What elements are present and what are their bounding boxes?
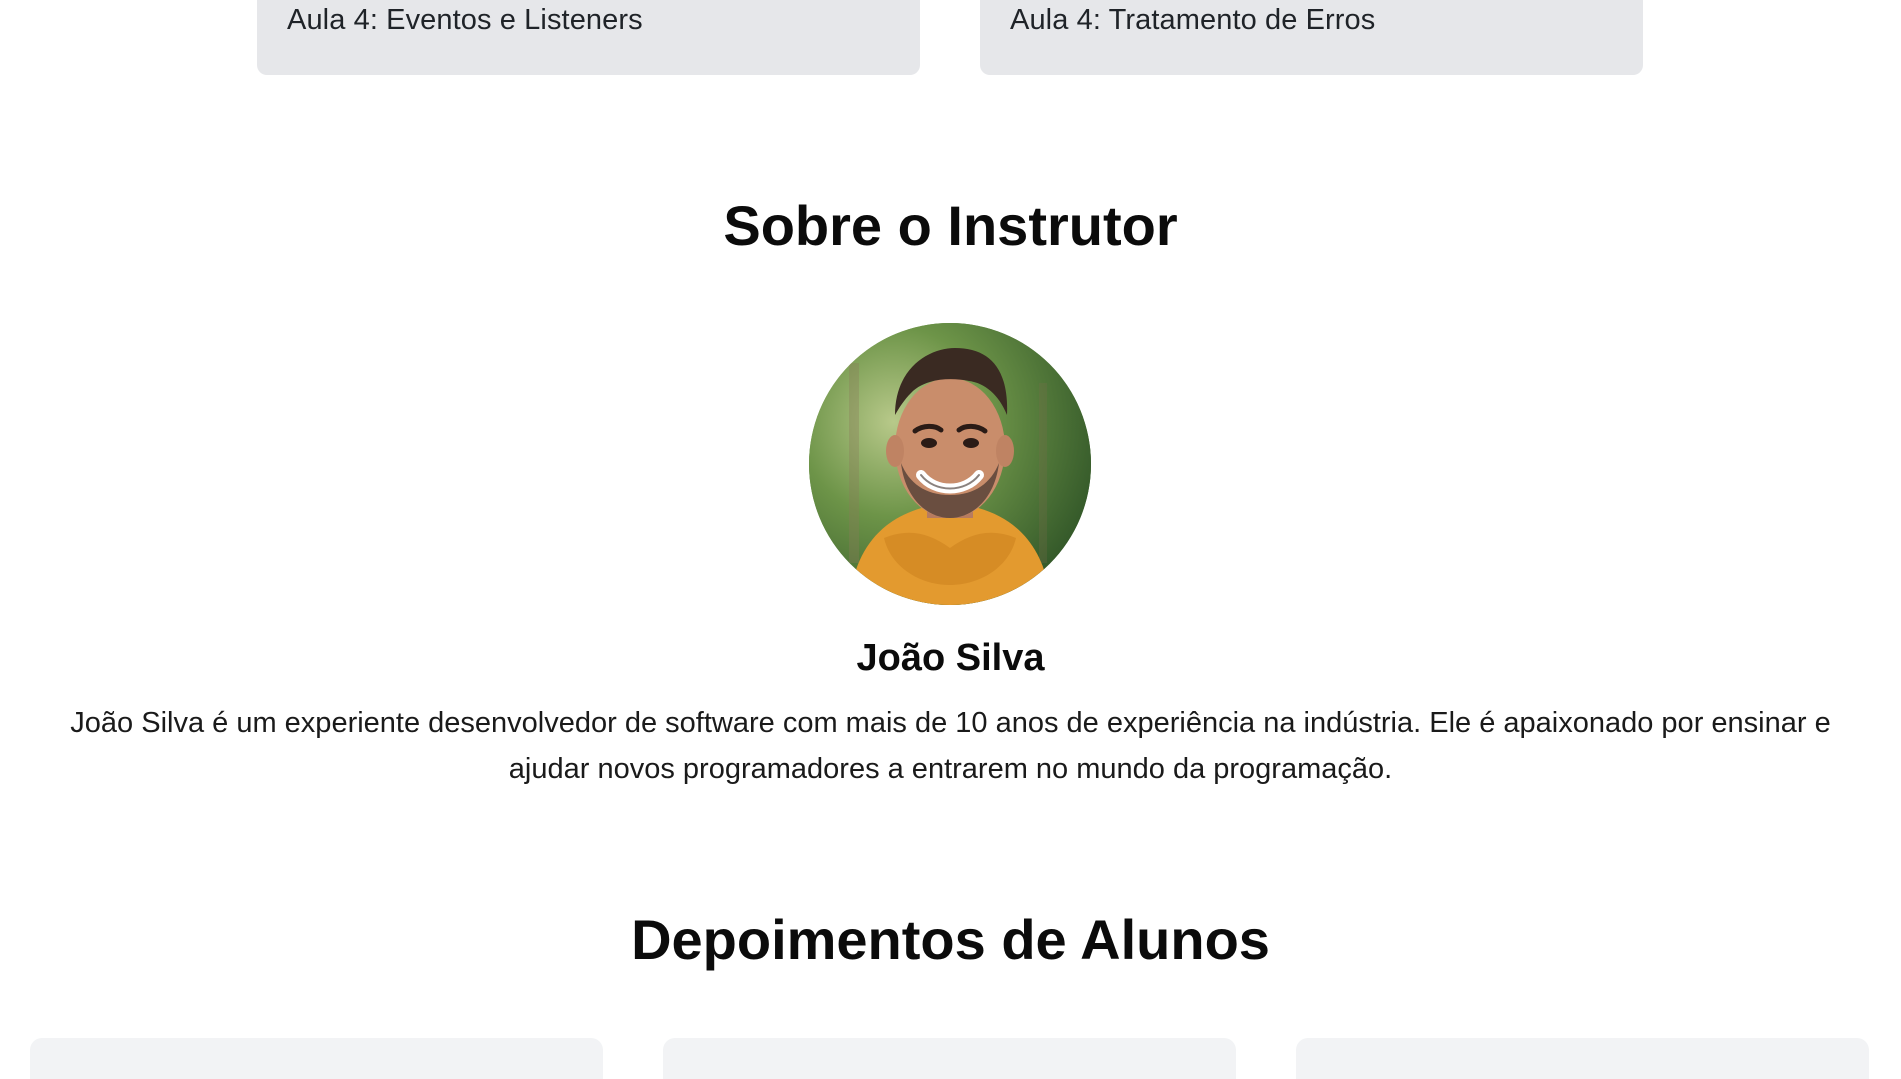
testimonial-card [663, 1038, 1236, 1079]
instructor-name: João Silva [856, 637, 1045, 679]
lesson-card[interactable]: Aula 4: Eventos e Listeners [257, 0, 920, 75]
testimonial-card [30, 1038, 603, 1079]
instructor-avatar [809, 323, 1091, 605]
instructor-section-title: Sobre o Instrutor [723, 194, 1178, 257]
lesson-card[interactable]: Aula 4: Tratamento de Erros [980, 0, 1643, 75]
instructor-photo [809, 323, 1091, 605]
testimonial-cards-row [30, 1038, 1871, 1079]
course-page: Aula 4: Eventos e Listeners Aula 4: Trat… [0, 0, 1901, 1079]
testimonial-card [1296, 1038, 1869, 1079]
lesson-card-label: Aula 4: Eventos e Listeners [287, 4, 643, 36]
instructor-bio: João Silva é um experiente desenvolvedor… [70, 707, 1831, 785]
lesson-cards-row: Aula 4: Eventos e Listeners Aula 4: Trat… [257, 0, 1643, 75]
lesson-card-label: Aula 4: Tratamento de Erros [1010, 4, 1376, 36]
testimonials-section-title: Depoimentos de Alunos [631, 908, 1270, 971]
